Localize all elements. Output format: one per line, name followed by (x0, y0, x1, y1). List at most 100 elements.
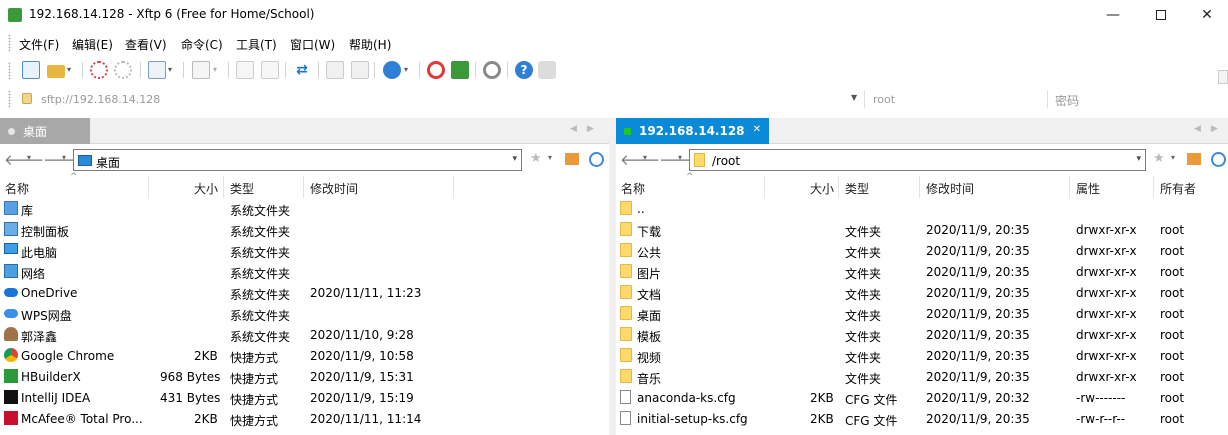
back-dropdown-icon[interactable]: ▾ (643, 153, 647, 162)
column-divider[interactable] (764, 176, 765, 198)
col-size[interactable]: 大小 (194, 180, 218, 197)
toolbar-scroll-thumb[interactable] (1218, 70, 1228, 84)
menu-view[interactable]: 查看(V) (125, 36, 167, 53)
sync-icon[interactable]: ⇄ (293, 61, 311, 79)
encoding-dropdown-icon[interactable]: ▾ (404, 65, 412, 83)
column-divider[interactable] (1153, 176, 1154, 198)
menu-command[interactable]: 命令(C) (181, 36, 223, 53)
home-icon[interactable] (1187, 153, 1201, 165)
back-icon[interactable]: 🡐 (620, 150, 660, 169)
file-size: 2KB (194, 412, 218, 426)
host-dropdown-icon[interactable]: ▼ (851, 93, 857, 102)
list-item[interactable]: 视频 文件夹 2020/11/9, 20:35 drwxr-xr-x root (616, 345, 1228, 366)
minimize-button[interactable]: — (1090, 0, 1136, 30)
address-bar: sftp://192.168.14.128 ▼ root 密码 (0, 88, 1228, 110)
tab-close-icon[interactable]: ✕ (753, 124, 761, 135)
close-button[interactable]: ✕ (1184, 0, 1228, 30)
bookmark-star-icon[interactable]: ★ (530, 151, 542, 166)
bookmark-dropdown-icon[interactable]: ▾ (548, 153, 552, 162)
menu-tools[interactable]: 工具(T) (236, 36, 277, 53)
path-dropdown-icon[interactable]: ▾ (512, 154, 517, 164)
column-divider[interactable] (148, 176, 149, 198)
open-folder-icon[interactable] (47, 65, 65, 78)
pane-splitter[interactable] (609, 118, 616, 435)
menu-edit[interactable]: 编辑(E) (72, 36, 113, 53)
local-path-input[interactable]: 桌面 ▾ (73, 149, 522, 171)
menu-file[interactable]: 文件(F) (19, 36, 59, 53)
list-item[interactable]: Google Chrome 2KB 快捷方式 2020/11/9, 10:58 (0, 345, 609, 366)
list-item[interactable]: 库 系统文件夹 (0, 198, 609, 219)
col-type[interactable]: 类型 (230, 180, 254, 197)
list-item[interactable]: OneDrive 系统文件夹 2020/11/11, 11:23 (0, 282, 609, 303)
host-input[interactable]: sftp://192.168.14.128 (41, 93, 160, 106)
tab-remote-host[interactable]: 192.168.14.128 ✕ (616, 118, 769, 144)
reconnect-icon[interactable] (114, 61, 132, 79)
home-icon[interactable] (565, 153, 579, 165)
list-item[interactable]: 桌面 文件夹 2020/11/9, 20:35 drwxr-xr-x root (616, 303, 1228, 324)
list-item[interactable]: 下载 文件夹 2020/11/9, 20:35 drwxr-xr-x root (616, 219, 1228, 240)
tab-scroll-arrows[interactable]: ◀▶ (1194, 124, 1228, 134)
menu-window[interactable]: 窗口(W) (290, 36, 335, 53)
col-size[interactable]: 大小 (810, 180, 834, 197)
file-owner: root (1160, 412, 1185, 426)
col-modified[interactable]: 修改时间 (310, 180, 358, 197)
bookmark-star-icon[interactable]: ★ (1153, 151, 1165, 166)
col-modified[interactable]: 修改时间 (926, 180, 974, 197)
chat-icon[interactable] (538, 61, 556, 79)
bookmark-dropdown-icon[interactable]: ▾ (1171, 153, 1175, 162)
col-type[interactable]: 类型 (845, 180, 869, 197)
tab-scroll-arrows[interactable]: ◀▶ (570, 124, 604, 134)
gear-icon[interactable] (483, 61, 501, 79)
list-item[interactable]: 此电脑 系统文件夹 (0, 240, 609, 261)
menu-help[interactable]: 帮助(H) (349, 36, 391, 53)
col-name[interactable]: 名称 (5, 180, 29, 197)
list-item[interactable]: .. (616, 198, 1228, 219)
find-icon (326, 61, 344, 79)
column-divider[interactable] (919, 176, 920, 198)
list-item[interactable]: 图片 文件夹 2020/11/9, 20:35 drwxr-xr-x root (616, 261, 1228, 282)
xftp-icon[interactable] (451, 61, 469, 79)
column-divider[interactable] (453, 176, 454, 198)
list-item[interactable]: 公共 文件夹 2020/11/9, 20:35 drwxr-xr-x root (616, 240, 1228, 261)
refresh-icon[interactable] (1211, 152, 1226, 167)
list-item[interactable]: 模板 文件夹 2020/11/9, 20:35 drwxr-xr-x root (616, 324, 1228, 345)
list-item[interactable]: anaconda-ks.cfg 2KB CFG 文件 2020/11/9, 20:32… (616, 387, 1228, 408)
forward-dropdown-icon[interactable]: ▾ (678, 153, 682, 162)
maximize-button[interactable] (1138, 0, 1184, 30)
column-divider[interactable] (838, 176, 839, 198)
list-item[interactable]: 控制面板 系统文件夹 (0, 219, 609, 240)
refresh-icon[interactable] (589, 152, 604, 167)
list-item[interactable]: 郭泽鑫 系统文件夹 2020/11/10, 9:28 (0, 324, 609, 345)
help-icon[interactable]: ? (515, 61, 533, 79)
back-dropdown-icon[interactable]: ▾ (27, 153, 31, 162)
list-item[interactable]: IntelliJ IDEA 431 Bytes 快捷方式 2020/11/9, 15:… (0, 387, 609, 408)
list-item[interactable]: 文档 文件夹 2020/11/9, 20:35 drwxr-xr-x root (616, 282, 1228, 303)
disconnect-icon[interactable] (90, 61, 108, 79)
list-item[interactable]: 网络 系统文件夹 (0, 261, 609, 282)
list-item[interactable]: initial-setup-ks.cfg 2KB CFG 文件 2020/11/9, … (616, 408, 1228, 429)
path-dropdown-icon[interactable]: ▾ (1136, 154, 1141, 164)
list-item[interactable]: McAfee® Total Pro... 2KB 快捷方式 2020/11/11, 1… (0, 408, 609, 429)
col-owner[interactable]: 所有者 (1160, 180, 1196, 197)
username-input[interactable]: root (873, 93, 895, 106)
open-dropdown-icon[interactable]: ▾ (67, 65, 75, 83)
column-divider[interactable] (223, 176, 224, 198)
col-attributes[interactable]: 属性 (1076, 180, 1100, 197)
xshell-icon[interactable] (427, 61, 445, 79)
window-dropdown-icon[interactable]: ▾ (168, 65, 176, 83)
list-item[interactable]: WPS网盘 系统文件夹 (0, 303, 609, 324)
transfer-icon[interactable] (192, 61, 210, 79)
list-item[interactable]: 音乐 文件夹 2020/11/9, 20:35 drwxr-xr-x root (616, 366, 1228, 387)
col-name[interactable]: 名称 (621, 180, 645, 197)
new-session-icon[interactable] (22, 61, 40, 79)
tab-local-desktop[interactable]: 桌面 (0, 118, 90, 144)
globe-icon[interactable] (383, 61, 401, 79)
list-item[interactable]: HBuilderX 968 Bytes 快捷方式 2020/11/9, 15:31 (0, 366, 609, 387)
forward-dropdown-icon[interactable]: ▾ (62, 153, 66, 162)
remote-path-input[interactable]: /root ▾ (689, 149, 1146, 171)
password-input[interactable]: 密码 (1055, 92, 1079, 109)
back-icon[interactable]: 🡐 (4, 150, 44, 169)
column-divider[interactable] (303, 176, 304, 198)
column-divider[interactable] (1069, 176, 1070, 198)
new-window-icon[interactable] (148, 61, 166, 79)
